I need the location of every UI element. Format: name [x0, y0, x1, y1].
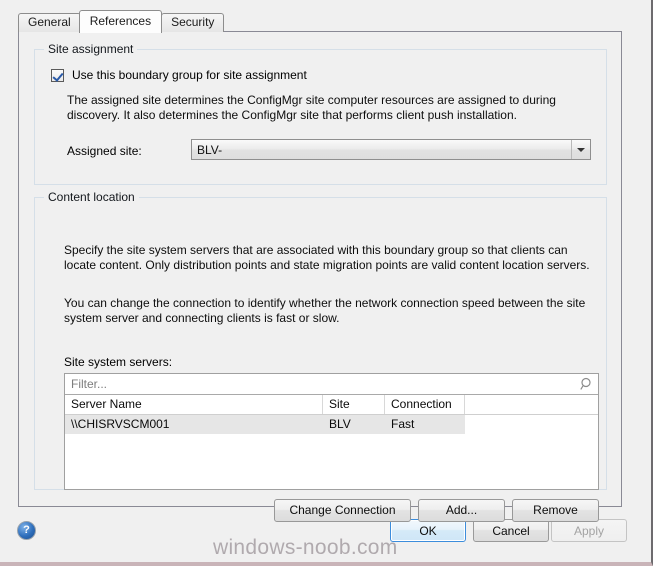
list-header-row: Server Name Site Connection	[65, 395, 598, 415]
watermark: windows-noob.com	[213, 536, 398, 559]
site-system-servers-label: Site system servers:	[64, 355, 173, 369]
content-location-description-2: You can change the connection to identif…	[64, 296, 586, 325]
cell-server-name: \\CHISRVSCM001	[71, 417, 170, 431]
content-location-group: Content location Specify the site system…	[34, 190, 607, 522]
column-header-server-name[interactable]: Server Name	[65, 395, 323, 414]
add-button[interactable]: Add...	[418, 499, 505, 522]
content-location-group-title: Content location	[44, 190, 139, 204]
assigned-site-combobox[interactable]: BLV-	[191, 139, 591, 160]
column-header-spacer	[465, 395, 598, 414]
filter-input[interactable]	[65, 376, 576, 392]
chevron-down-icon[interactable]	[571, 140, 590, 159]
ok-button[interactable]: OK	[390, 519, 466, 542]
help-icon[interactable]: ?	[17, 521, 36, 540]
change-connection-button[interactable]: Change Connection	[274, 499, 411, 522]
use-boundary-group-checkbox[interactable]	[51, 68, 64, 82]
list-body: \\CHISRVSCM001 BLV Fast	[65, 415, 598, 434]
tab-references[interactable]: References	[78, 10, 163, 33]
site-assignment-description: The assigned site determines the ConfigM…	[67, 93, 556, 122]
references-tab-page: Site assignment Use this boundary group …	[18, 31, 622, 522]
assigned-site-value: BLV-	[197, 142, 223, 157]
column-header-connection[interactable]: Connection	[385, 395, 465, 414]
cell-connection: Fast	[391, 417, 415, 431]
boundary-group-properties-dialog: General References Security Site assignm…	[0, 0, 653, 566]
content-location-description-1: Specify the site system servers that are…	[64, 243, 590, 272]
search-icon[interactable]	[576, 374, 598, 394]
use-boundary-group-checkbox-label: Use this boundary group for site assignm…	[72, 68, 307, 82]
table-row[interactable]: \\CHISRVSCM001 BLV Fast	[65, 415, 598, 434]
site-assignment-group-title: Site assignment	[44, 42, 138, 56]
filter-bar	[65, 374, 598, 395]
remove-button[interactable]: Remove	[512, 499, 599, 522]
apply-button: Apply	[551, 519, 627, 542]
tab-strip: General References Security	[18, 10, 225, 33]
assigned-site-label: Assigned site:	[67, 144, 142, 158]
cell-site: BLV	[329, 417, 351, 431]
cancel-button[interactable]: Cancel	[473, 519, 549, 542]
tab-security[interactable]: Security	[161, 13, 225, 32]
tab-general[interactable]: General	[18, 13, 81, 32]
use-boundary-group-checkbox-row[interactable]: Use this boundary group for site assignm…	[51, 68, 307, 82]
column-header-site[interactable]: Site	[323, 395, 385, 414]
site-system-servers-panel: Server Name Site Connection \\CHISRVSCM0…	[64, 373, 599, 490]
